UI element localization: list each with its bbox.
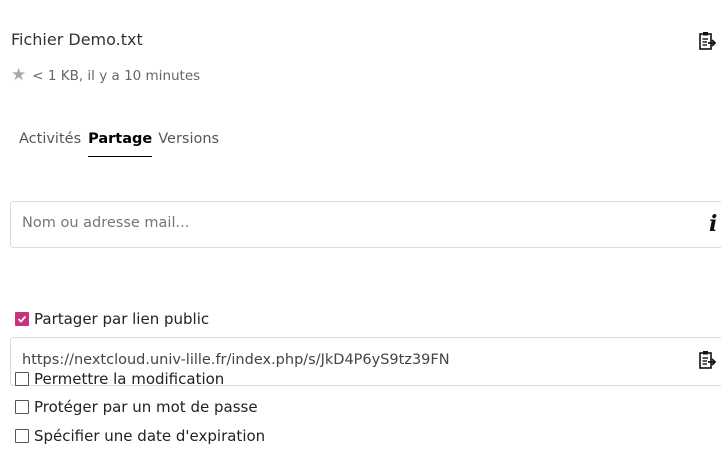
tab-partage[interactable]: Partage: [88, 131, 153, 157]
expiration-date-label: Spécifier une date d'expiration: [34, 427, 266, 445]
share-search-box: i: [10, 201, 721, 248]
public-link-label: Partager par lien public: [34, 310, 210, 328]
allow-edit-checkbox[interactable]: [15, 372, 29, 386]
expiration-date-checkbox[interactable]: [15, 429, 29, 443]
file-size-date: < 1 KB, il y a 10 minutes: [32, 67, 201, 84]
file-meta: ★ < 1 KB, il y a 10 minutes: [11, 67, 200, 84]
tab-versions[interactable]: Versions: [158, 131, 219, 157]
check-icon: [17, 315, 27, 323]
allow-edit-label: Permettre la modification: [34, 370, 225, 388]
expiration-date-checkbox-row[interactable]: Spécifier une date d'expiration: [15, 427, 265, 445]
copy-link-button[interactable]: [697, 349, 717, 371]
allow-edit-checkbox-row[interactable]: Permettre la modification: [15, 370, 224, 388]
share-with-input[interactable]: [22, 215, 622, 231]
tab-activites[interactable]: Activités: [19, 131, 81, 157]
clipboard-icon: [699, 32, 716, 50]
tab-bar: Activités Partage Versions: [19, 131, 225, 157]
copy-to-clipboard-button[interactable]: [697, 30, 717, 52]
info-icon[interactable]: i: [709, 211, 717, 237]
password-protect-checkbox-row[interactable]: Protéger par un mot de passe: [15, 398, 258, 416]
public-link-checkbox-row[interactable]: Partager par lien public: [15, 310, 209, 328]
password-protect-label: Protéger par un mot de passe: [34, 398, 258, 416]
public-link-url-field[interactable]: [22, 352, 662, 368]
file-name: Fichier Demo.txt: [11, 30, 143, 49]
clipboard-icon: [699, 351, 716, 369]
password-protect-checkbox[interactable]: [15, 400, 29, 414]
sharing-sidebar: Fichier Demo.txt ★ < 1 KB, il y a 10 min…: [0, 0, 721, 475]
star-icon[interactable]: ★: [11, 67, 26, 84]
public-link-checkbox[interactable]: [15, 312, 29, 326]
